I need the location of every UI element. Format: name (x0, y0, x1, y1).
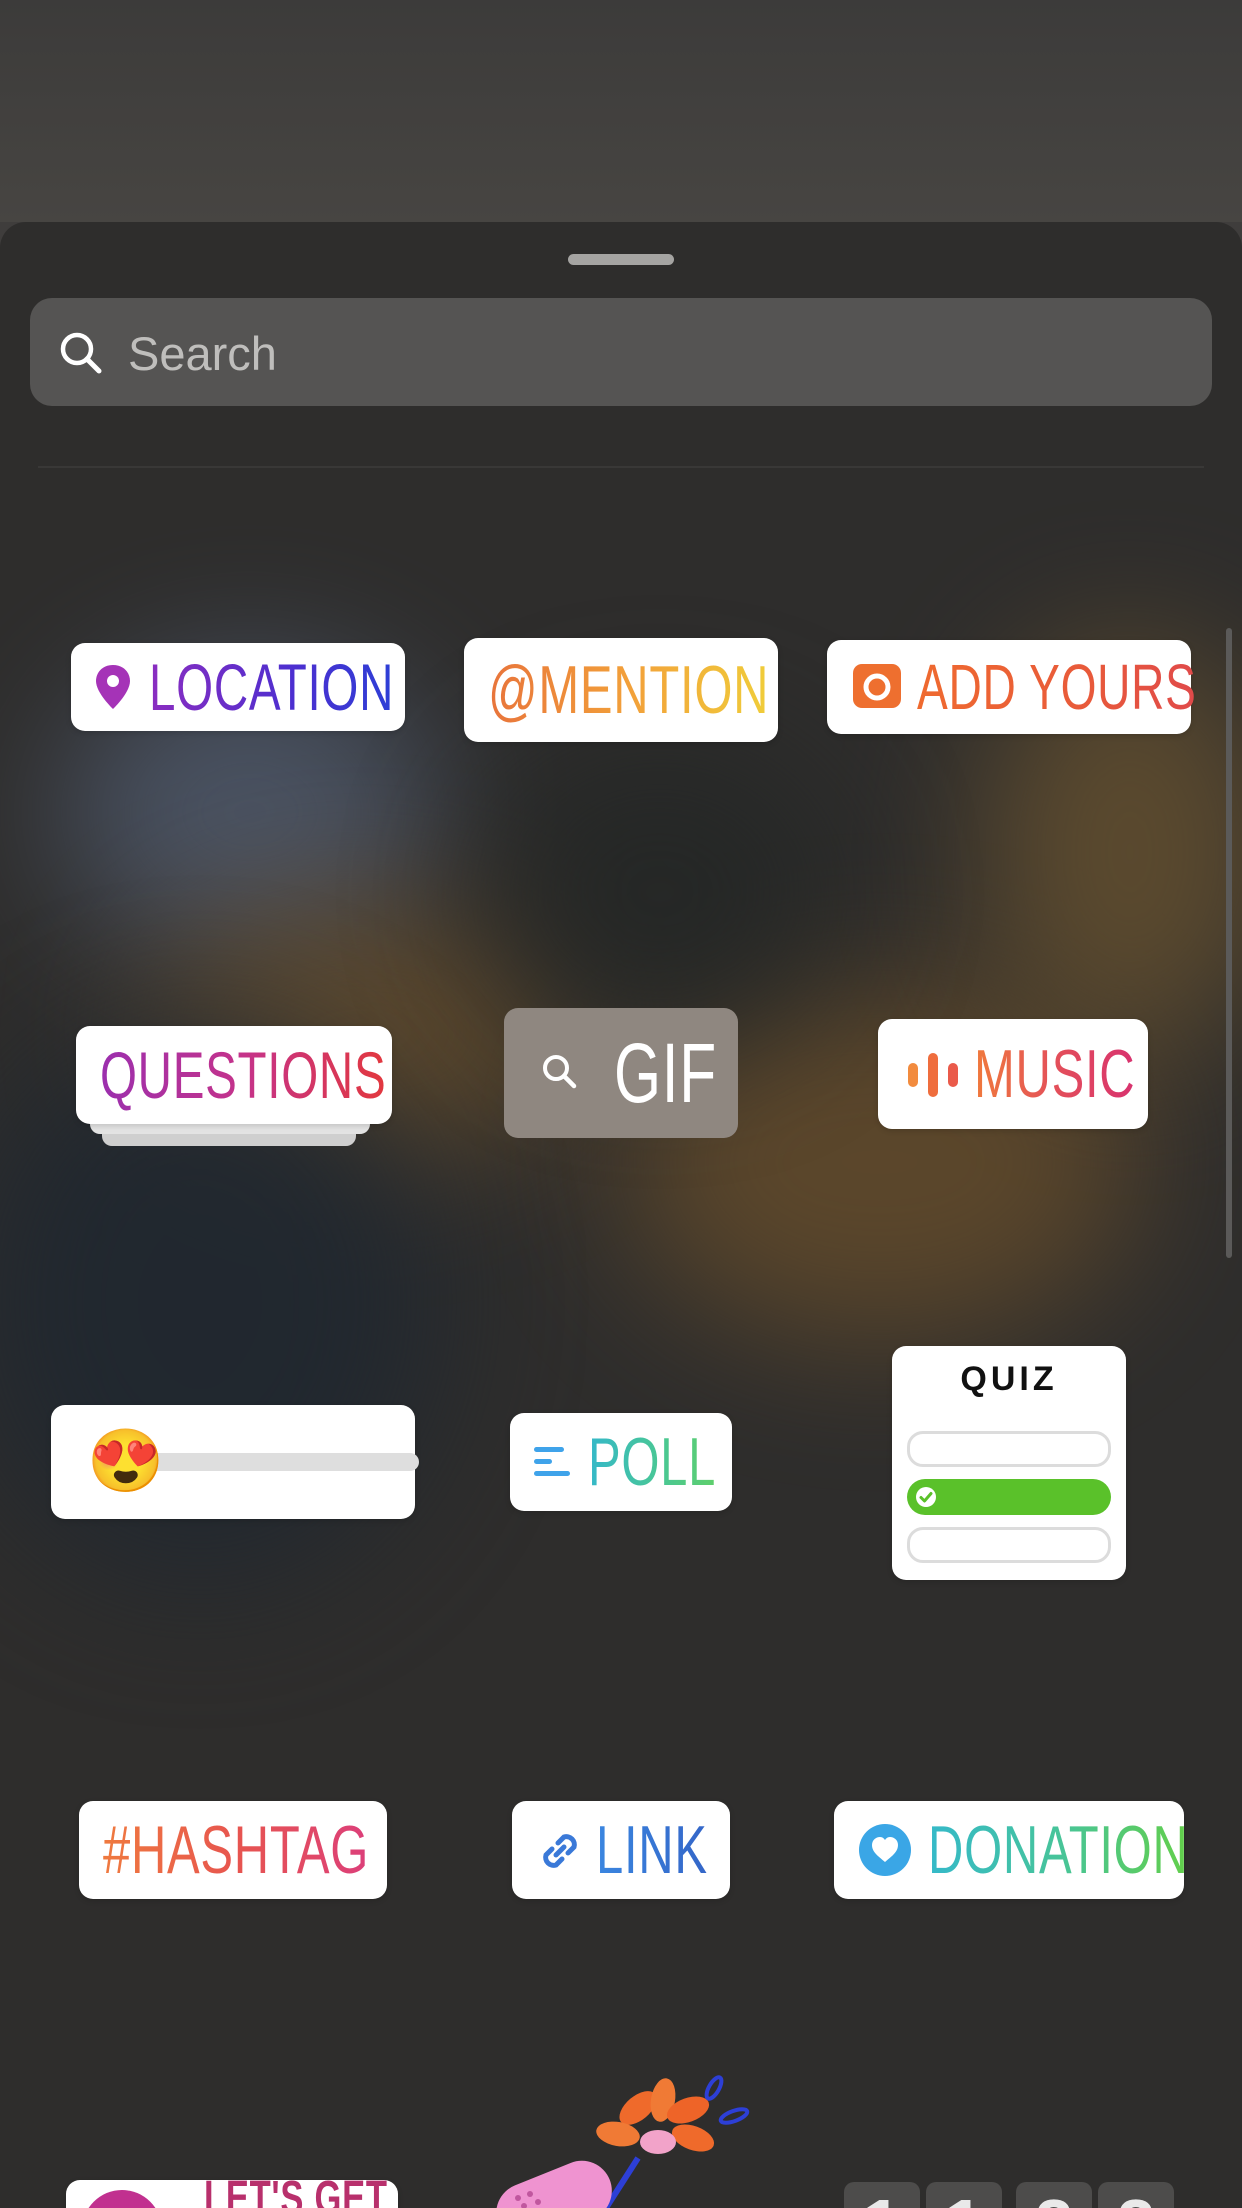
quiz-option (907, 1527, 1111, 1563)
poll-lines-icon (534, 1445, 574, 1484)
countdown-digit: 2 (1098, 2182, 1174, 2208)
quiz-option-correct (907, 1479, 1111, 1515)
audio-waveform-icon (906, 1051, 962, 1104)
dimmed-background (0, 0, 1242, 222)
countdown-sticker[interactable]: 1 1 2 2 (844, 2182, 1174, 2208)
add-yours-sticker[interactable]: ADD YOURS (827, 640, 1196, 734)
poll-sticker[interactable]: POLL (510, 1413, 732, 1511)
countdown-digit: 1 (926, 2182, 1002, 2208)
questions-sticker-stack[interactable]: QUESTIONS (76, 1026, 392, 1156)
sticker-tray-sheet: LOCATION @MENTION ADD YOURS QUESTIONS (0, 222, 1242, 2208)
drag-handle[interactable] (568, 254, 674, 265)
quiz-sticker[interactable]: QUIZ (892, 1346, 1126, 1580)
quiz-label: QUIZ (960, 1360, 1058, 1398)
background-blur (480, 742, 840, 1042)
questions-sticker[interactable]: QUESTIONS (76, 1026, 392, 1124)
music-sticker[interactable]: MUSIC (878, 1019, 1148, 1129)
poll-label: POLL (588, 1424, 717, 1500)
heart-eyes-emoji-icon: 😍 (87, 1427, 165, 1496)
divider (38, 466, 1204, 468)
donation-label: DONATION (928, 1812, 1189, 1888)
gif-sticker[interactable]: GIF (504, 1008, 738, 1138)
location-sticker[interactable]: LOCATION (71, 643, 405, 731)
search-input[interactable] (126, 298, 1180, 408)
gif-label: GIF (614, 1025, 717, 1120)
mention-label: @MENTION (488, 652, 770, 728)
slider-track[interactable] (139, 1453, 419, 1471)
search-bar[interactable] (30, 298, 1212, 408)
lets-get-sticker[interactable]: LET'S GET (66, 2172, 398, 2208)
camera-icon (851, 662, 903, 715)
heart-icon (858, 1823, 912, 1882)
countdown-digit: 1 (844, 2182, 920, 2208)
lets-get-label: LET'S GET (204, 2171, 388, 2208)
music-label: MUSIC (974, 1036, 1136, 1112)
flower-icon (596, 2075, 750, 2208)
mention-sticker[interactable]: @MENTION (464, 638, 778, 742)
emoji-slider-sticker[interactable]: 😍 (51, 1405, 419, 1519)
check-icon (914, 1485, 938, 1514)
donation-sticker[interactable]: DONATION (834, 1801, 1188, 1899)
countdown-digit: 2 (1016, 2182, 1092, 2208)
quiz-option (907, 1431, 1111, 1467)
hashtag-label: #HASHTAG (103, 1812, 370, 1888)
bandage-flower-sticker[interactable] (488, 2068, 758, 2208)
add-yours-label: ADD YOURS (917, 651, 1197, 723)
location-pin-icon (93, 663, 133, 716)
location-label: LOCATION (149, 650, 395, 724)
link-sticker[interactable]: LINK (512, 1801, 730, 1899)
bandage-icon (496, 2160, 612, 2208)
avatar (82, 2190, 162, 2208)
link-label: LINK (596, 1812, 708, 1888)
hashtag-sticker[interactable]: #HASHTAG (79, 1801, 387, 1899)
link-icon (534, 1825, 586, 1882)
search-icon (540, 1052, 580, 1097)
search-icon (58, 330, 104, 381)
questions-label: QUESTIONS (100, 1038, 387, 1112)
